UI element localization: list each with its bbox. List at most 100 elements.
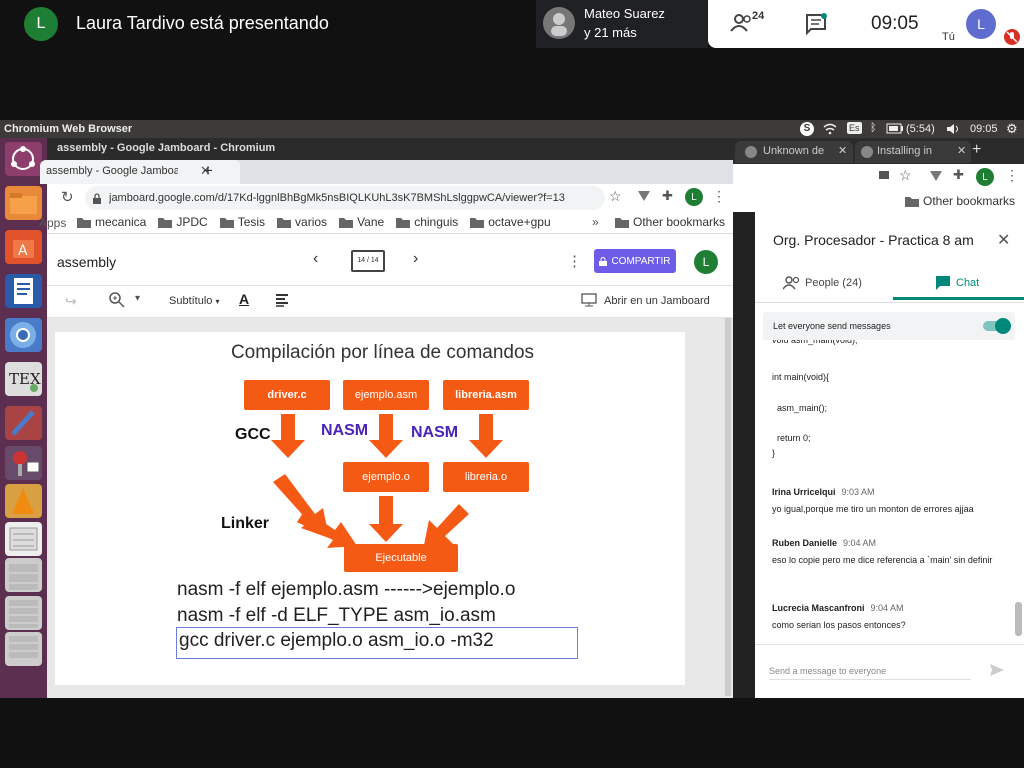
bookmark-label: mecanica — [95, 215, 147, 229]
participant-name: Mateo Suarez — [584, 6, 665, 21]
mic-off-icon — [1004, 29, 1020, 45]
participant-tile[interactable]: Mateo Suarez y 21 más — [536, 0, 708, 48]
tex-icon[interactable]: TEX — [5, 362, 42, 396]
code-line-4: } — [772, 448, 776, 458]
chat-icon[interactable] — [804, 12, 828, 41]
text-box-selected[interactable]: gcc driver.c ejemplo.o asm_io.o -m32 — [176, 627, 578, 659]
star-icon[interactable]: ☆ — [609, 188, 622, 205]
software-center-icon[interactable]: A — [5, 230, 42, 264]
recorder-icon[interactable] — [5, 446, 42, 480]
bookmark-list: mecanica JPDC Tesis varios Vane chinguis… — [77, 215, 551, 229]
chromium-icon[interactable] — [5, 318, 42, 352]
share-button[interactable]: COMPARTIR — [594, 249, 676, 273]
close-panel-icon[interactable]: ✕ — [997, 230, 1010, 250]
label-nasm-1: NASM — [321, 422, 369, 439]
skype-icon[interactable]: S — [800, 122, 814, 136]
extension-icon[interactable] — [929, 169, 943, 188]
chevron-down-icon[interactable]: ▾ — [135, 293, 140, 304]
disk-icon[interactable] — [5, 558, 42, 592]
other-bookmarks[interactable]: Other bookmarks — [615, 215, 725, 229]
align-icon[interactable] — [275, 293, 289, 312]
battery-time: (5:54) — [906, 123, 935, 135]
folder-icon — [219, 217, 234, 228]
extension-icon[interactable] — [637, 189, 651, 208]
menu-icon[interactable]: ⋮ — [1005, 167, 1019, 184]
gear-icon[interactable]: ⚙ — [1006, 121, 1018, 137]
open-jamboard-link[interactable]: Abrir en un Jamboard — [604, 295, 710, 307]
trash-icon[interactable] — [5, 596, 42, 630]
puzzle-icon[interactable]: ✚ — [953, 167, 964, 183]
tab-chat[interactable]: Chat — [893, 268, 1024, 300]
puzzle-icon[interactable]: ✚ — [662, 188, 673, 204]
next-frame-icon[interactable]: › — [413, 250, 418, 268]
wifi-icon[interactable] — [823, 123, 837, 138]
send-icon[interactable] — [989, 663, 1005, 682]
bookmark-label: Tesis — [237, 215, 266, 229]
close-icon[interactable]: ✕ — [838, 144, 847, 157]
bookmark-item[interactable]: varios — [277, 215, 327, 229]
redo-icon[interactable]: ↪ — [65, 293, 77, 310]
bookmark-item[interactable]: Vane — [339, 215, 384, 229]
reload-icon[interactable]: ↻ — [61, 188, 74, 206]
chat-text: como serian los pasos entonces? — [772, 620, 906, 630]
open-jamboard-icon[interactable] — [581, 293, 597, 312]
tab-installing[interactable]: Installing in ✕ — [855, 141, 971, 163]
jamboard-header: assembly ‹ 14 / 14 › ⋮ COMPARTIR L — [47, 234, 733, 286]
tab-unknown[interactable]: Unknown de ✕ — [735, 141, 853, 163]
bookmarks-more[interactable]: » — [592, 215, 599, 229]
chat-scrollbar[interactable] — [1015, 602, 1022, 636]
ubuntu-top-panel: Chromium Web Browser S Es ᛒ (5:54) 09:05… — [0, 120, 1024, 138]
dash-icon[interactable] — [5, 142, 42, 176]
bookmark-item[interactable]: Tesis — [219, 215, 266, 229]
text-color-icon[interactable]: A — [239, 291, 249, 307]
pen-icon[interactable] — [5, 406, 42, 440]
volume-icon[interactable] — [946, 123, 960, 138]
new-tab-button[interactable]: + — [972, 141, 981, 159]
bookmark-item[interactable]: JPDC — [158, 215, 208, 229]
people-count-badge: 24 — [752, 10, 765, 22]
folder-icon — [77, 217, 91, 228]
canvas-scrollbar[interactable] — [725, 318, 731, 696]
files-icon[interactable] — [5, 186, 42, 220]
chat-time: 9:03 AM — [841, 487, 875, 497]
keyboard-layout[interactable]: Es — [847, 122, 862, 134]
bookmark-item[interactable]: mecanica — [77, 215, 146, 229]
vlc-icon[interactable] — [5, 484, 42, 518]
let-everyone-toggle[interactable] — [983, 318, 1011, 334]
self-avatar[interactable]: L — [966, 9, 996, 39]
jam-menu-icon[interactable]: ⋮ — [567, 252, 582, 270]
device-icon[interactable] — [5, 632, 42, 666]
drive-icon[interactable] — [5, 522, 42, 556]
participant-more: y 21 más — [584, 25, 637, 40]
font-style-select[interactable]: Subtítulo ▾ — [169, 295, 220, 307]
frame-counter[interactable]: 14 / 14 — [351, 250, 385, 272]
new-tab-button[interactable]: + — [203, 161, 213, 181]
input-divider — [755, 644, 1024, 645]
star-icon[interactable]: ☆ — [899, 167, 912, 184]
profile-avatar[interactable]: L — [685, 188, 703, 206]
other-bookmarks[interactable]: Other bookmarks — [905, 194, 1015, 208]
github-icon — [745, 146, 757, 158]
jamboard-slide: Compilación por línea de comandos driver… — [55, 332, 685, 685]
right-bookmarks-bar: Other bookmarks — [733, 190, 1024, 212]
meet-top-bar: L Laura Tardivo está presentando Mateo S… — [0, 0, 1024, 48]
right-toolbar: ☆ ✚ L ⋮ — [733, 164, 1024, 190]
menu-icon[interactable]: ⋮ — [712, 188, 726, 205]
zoom-icon[interactable] — [109, 292, 125, 313]
bookmark-apps[interactable]: Apps — [39, 216, 66, 230]
chat-input[interactable]: Send a message to everyone — [769, 660, 971, 680]
profile-avatar[interactable]: L — [976, 168, 994, 186]
battery-icon[interactable] — [886, 123, 904, 137]
camera-icon[interactable] — [879, 171, 889, 179]
address-bar[interactable]: jamboard.google.com/d/17Kd-lggnlBhBgMk5n… — [85, 186, 605, 210]
jam-avatar[interactable]: L — [694, 250, 718, 274]
close-icon[interactable]: ✕ — [957, 144, 966, 157]
tab-people[interactable]: People (24) — [755, 268, 887, 300]
bluetooth-icon[interactable]: ᛒ — [870, 122, 877, 134]
prev-frame-icon[interactable]: ‹ — [313, 250, 318, 268]
chromium-title-bar: assembly - Google Jamboard - Chromium — [47, 138, 733, 160]
bookmark-item[interactable]: octave+gpu — [470, 215, 551, 229]
writer-icon[interactable] — [5, 274, 42, 308]
chat-input-placeholder: Send a message to everyone — [769, 666, 887, 676]
bookmark-item[interactable]: chinguis — [396, 215, 458, 229]
